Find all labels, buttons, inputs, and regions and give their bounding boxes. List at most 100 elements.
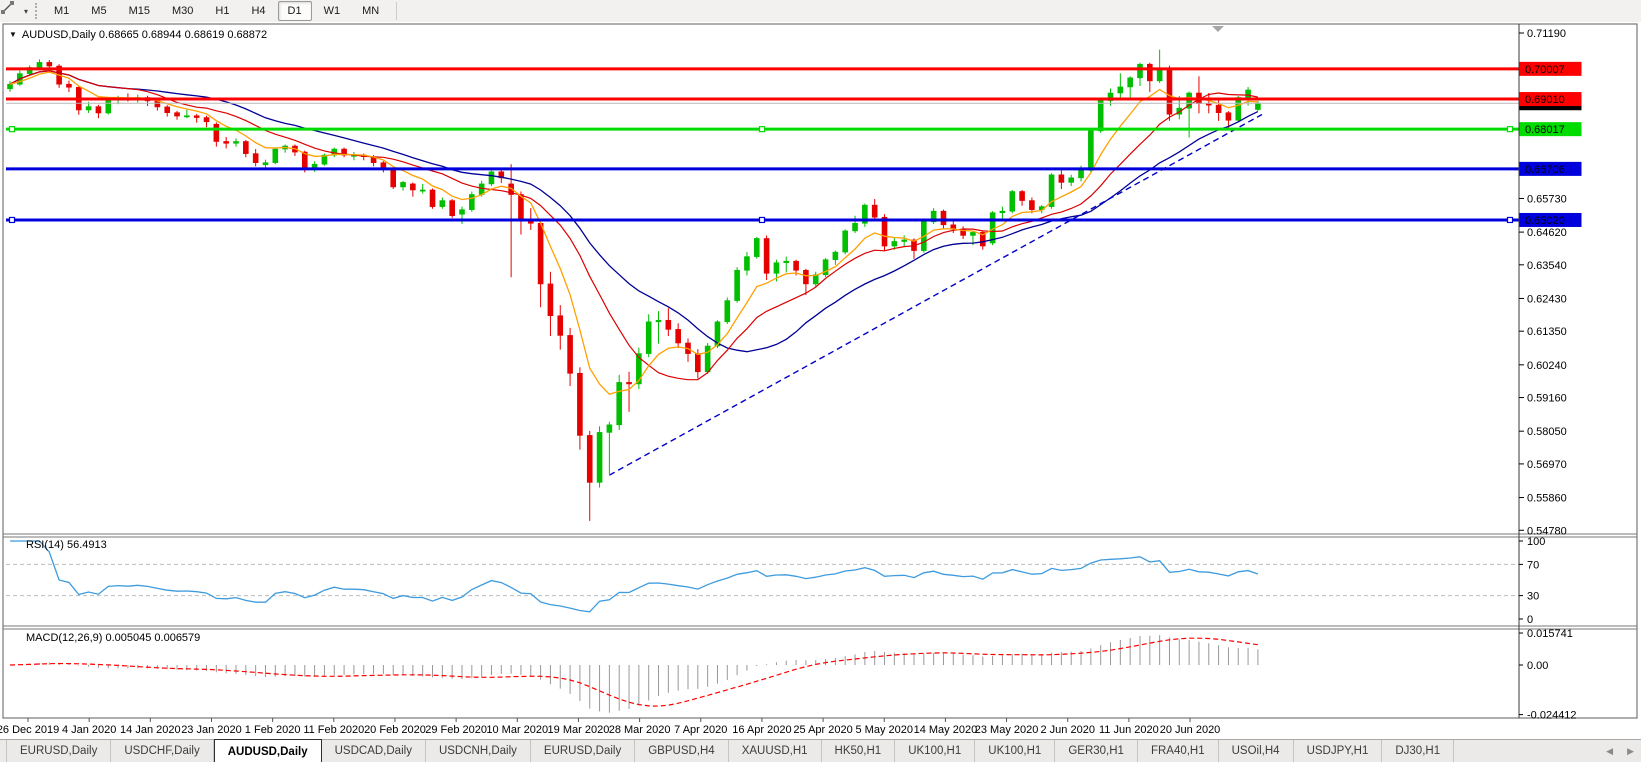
- chart-tab-usoil-h4[interactable]: USOil,H4: [1219, 740, 1294, 762]
- chart-tab-eurusd-daily[interactable]: EURUSD,Daily: [6, 740, 112, 762]
- chart-tab-xauusd-h1[interactable]: XAUUSD,H1: [729, 740, 822, 762]
- date-label: 23 May 2020: [975, 724, 1039, 736]
- macd-axis-label: 0.015741: [1527, 628, 1573, 640]
- date-label: 25 Apr 2020: [793, 724, 852, 736]
- timeframe-button-h4[interactable]: H4: [241, 1, 275, 21]
- date-label: 1 Feb 2020: [245, 724, 301, 736]
- chart-tab-fra40-h1[interactable]: FRA40,H1: [1138, 740, 1219, 762]
- rsi-axis-label: 30: [1527, 591, 1539, 603]
- date-label: 11 Feb 2020: [303, 724, 364, 736]
- macd-axis-label: -0.024412: [1527, 710, 1577, 722]
- toolbar-separator: [396, 2, 398, 20]
- price-tick-label: 0.56970: [1527, 459, 1567, 471]
- chart-tab-usdchf-daily[interactable]: USDCHF,Daily: [111, 740, 214, 762]
- price-tick-label: 0.71190: [1527, 28, 1566, 40]
- chart-canvas[interactable]: 0.71190 0.65730 0.64620 0.63540 0.62430 0.613…: [0, 22, 1641, 740]
- date-label: 10 Mar 2020: [486, 724, 548, 736]
- macd-panel: [9, 635, 1259, 713]
- chart-tab-ger30-h1[interactable]: GER30,H1: [1055, 740, 1138, 762]
- toolbar-grip[interactable]: [35, 3, 38, 19]
- date-label: 20 Feb 2020: [364, 724, 426, 736]
- chart-tab-uk100-h1[interactable]: UK100,H1: [975, 740, 1056, 762]
- timeframe-button-m1[interactable]: M1: [44, 1, 79, 21]
- ma-slow-line: [9, 70, 1259, 353]
- price-axis[interactable]: 0.71190 0.65730 0.64620 0.63540 0.62430 0.613…: [1519, 28, 1582, 537]
- chart-tab-eurusd-daily[interactable]: EURUSD,Daily: [531, 740, 636, 762]
- chart-title-text: AUDUSD,Daily 0.68665 0.68944 0.68619 0.6…: [21, 29, 268, 41]
- rsi-axis-label: 100: [1527, 536, 1545, 548]
- tab-scroll-left-icon[interactable]: ◀: [1599, 746, 1620, 757]
- chart-tab-usdcad-daily[interactable]: USDCAD,Daily: [322, 740, 426, 762]
- macd-axis-label: 0.00: [1527, 660, 1548, 672]
- timeframe-button-m15[interactable]: M15: [119, 1, 160, 21]
- trading-terminal-window: ▾ M1 M5 M15 M30 H1 H4 D1 W1 MN 0.71190 0.65730 0.6…: [0, 0, 1641, 762]
- hline-handle[interactable]: [8, 126, 16, 133]
- date-label: 19 Mar 2020: [548, 724, 610, 736]
- date-label: 16 Apr 2020: [732, 724, 791, 736]
- rsi-panel: [6, 540, 1519, 613]
- price-tick-label: 0.65730: [1527, 193, 1567, 205]
- indicator-axes: 100 70 30 0 0.015741 0.00 -0.024412: [1519, 536, 1577, 722]
- svg-text:0.69010: 0.69010: [1525, 94, 1565, 106]
- price-tick-label: 0.62430: [1527, 293, 1567, 305]
- svg-text:0.68017: 0.68017: [1525, 124, 1565, 136]
- hline-handle[interactable]: [758, 126, 766, 133]
- date-label: 14 May 2020: [914, 724, 978, 736]
- date-label: 26 Dec 2019: [0, 724, 59, 736]
- hline-handle[interactable]: [1506, 216, 1514, 224]
- crosshair-tool-icon[interactable]: [1, 1, 24, 20]
- date-label: 7 Apr 2020: [674, 724, 727, 736]
- macd-signal-line: [9, 637, 1258, 707]
- crosshair-icon: [1, 1, 14, 14]
- chart-tab-usdjpy-h1[interactable]: USDJPY,H1: [1294, 740, 1383, 762]
- date-label: 2 Jun 2020: [1041, 724, 1095, 736]
- date-label: 5 May 2020: [855, 724, 912, 736]
- chart-window[interactable]: 0.71190 0.65730 0.64620 0.63540 0.62430 0.613…: [0, 22, 1641, 740]
- chart-tab-usdcnh-daily[interactable]: USDCNH,Daily: [426, 740, 531, 762]
- timeframe-button-m30[interactable]: M30: [162, 1, 203, 21]
- date-label: 14 Jan 2020: [120, 724, 181, 736]
- chart-tab-hk50-h1[interactable]: HK50,H1: [822, 740, 896, 762]
- rsi-axis-label: 0: [1527, 614, 1533, 626]
- candlesticks: [7, 49, 1261, 521]
- rsi-indicator-label: RSI(14) 56.4913: [26, 539, 107, 551]
- hline-handle[interactable]: [1506, 126, 1514, 133]
- price-tick-label: 0.55860: [1527, 493, 1567, 505]
- symbol-tab-bar: EURUSD,Daily USDCHF,Daily AUDUSD,Daily USDC…: [0, 739, 1641, 762]
- price-tick-label: 0.61350: [1527, 326, 1567, 338]
- tool-dropdown-caret-icon[interactable]: ▾: [24, 7, 28, 16]
- price-tick-label: 0.63540: [1527, 260, 1567, 272]
- date-label: 29 Feb 2020: [425, 724, 487, 736]
- timeframe-button-mn[interactable]: MN: [352, 1, 389, 21]
- svg-text:0.66706: 0.66706: [1525, 164, 1565, 176]
- rsi-axis-label: 70: [1527, 559, 1539, 571]
- timeframe-button-d1[interactable]: D1: [277, 1, 312, 21]
- date-label: 23 Jan 2020: [181, 724, 242, 736]
- collapse-caret-icon[interactable]: ▼: [9, 30, 17, 39]
- svg-text:0.65020: 0.65020: [1525, 215, 1565, 227]
- date-axis[interactable]: 26 Dec 2019 4 Jan 2020 14 Jan 2020 23 Jan 2…: [0, 718, 1220, 736]
- macd-indicator-label: MACD(12,26,9) 0.005045 0.006579: [26, 632, 201, 644]
- price-tick-label: 0.59160: [1527, 393, 1567, 405]
- timeframe-button-h1[interactable]: H1: [205, 1, 239, 21]
- timeframe-button-w1[interactable]: W1: [314, 1, 351, 21]
- chart-tab-gbpusd-h4[interactable]: GBPUSD,H4: [635, 740, 729, 762]
- tab-scroll-nav: ◀ ▶: [1599, 740, 1641, 762]
- date-label: 28 Mar 2020: [609, 724, 671, 736]
- timeframe-button-m5[interactable]: M5: [81, 1, 116, 21]
- price-tick-label: 0.64620: [1527, 227, 1567, 239]
- svg-text:0.70007: 0.70007: [1525, 64, 1565, 76]
- main-plot: [6, 49, 1519, 521]
- chart-tab-dj30-h1[interactable]: DJ30,H1: [1382, 740, 1455, 762]
- timeframe-toolbar: ▾ M1 M5 M15 M30 H1 H4 D1 W1 MN: [0, 0, 1641, 23]
- hline-handle[interactable]: [8, 216, 16, 224]
- scroll-to-end-marker[interactable]: [1212, 26, 1224, 32]
- chart-title: ▼ AUDUSD,Daily 0.68665 0.68944 0.68619 0.…: [9, 29, 267, 41]
- hline-handle[interactable]: [758, 216, 766, 224]
- chart-tab-uk100-h1[interactable]: UK100,H1: [895, 740, 976, 762]
- rsi-line: [10, 540, 1259, 613]
- price-tick-label: 0.60240: [1527, 360, 1567, 372]
- tab-scroll-right-icon[interactable]: ▶: [1620, 746, 1641, 757]
- date-label: 4 Jan 2020: [62, 724, 116, 736]
- chart-tab-audusd-daily[interactable]: AUDUSD,Daily: [213, 739, 322, 762]
